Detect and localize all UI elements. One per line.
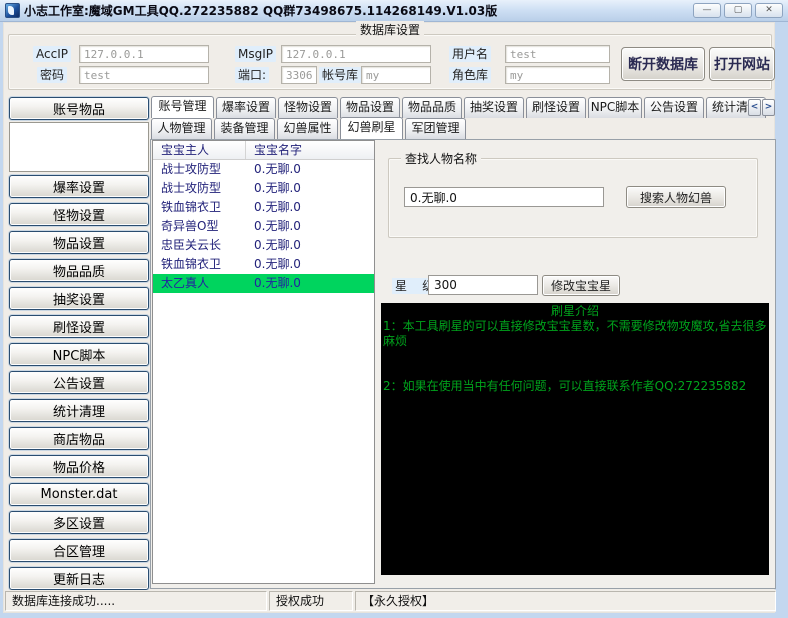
sidebar-item-item-quality[interactable]: 物品品质 (9, 259, 149, 282)
pet-owner: 忠臣关云长 (153, 236, 246, 255)
column-header-owner[interactable]: 宝宝主人 (153, 141, 246, 159)
sidebar-item-monster-dat[interactable]: Monster.dat (9, 483, 149, 506)
role-db-input[interactable] (505, 66, 610, 84)
account-db-input[interactable] (361, 66, 431, 84)
status-bar: 数据库连接成功..... 授权成功 【永久授权】 (4, 590, 776, 612)
db-settings-title: 数据库设置 (356, 21, 424, 38)
pet-list-row[interactable]: 战士攻防型 0.无聊.0 (153, 179, 374, 198)
pet-name: 0.无聊.0 (246, 179, 374, 198)
status-db-connection: 数据库连接成功..... (5, 591, 267, 611)
password-input[interactable] (79, 66, 209, 84)
sidebar-item-multi-zone[interactable]: 多区设置 (9, 511, 149, 534)
star-level-input[interactable] (428, 275, 538, 295)
search-pet-button[interactable]: 搜索人物幻兽 (626, 186, 726, 208)
pet-name: 0.无聊.0 (246, 198, 374, 217)
tab-character-mgmt[interactable]: 人物管理 (151, 118, 212, 139)
app-icon (5, 3, 20, 18)
sidebar-item-monster[interactable]: 怪物设置 (9, 203, 149, 226)
modify-pet-star-button[interactable]: 修改宝宝星 (542, 275, 620, 296)
tab-legion-mgmt[interactable]: 军团管理 (405, 118, 466, 139)
search-panel-title: 查找人物名称 (401, 150, 481, 167)
db-settings-panel: 数据库设置 AccIP MsgIP 用户名 密码 端口: 帐号库 角色库 断开数… (8, 34, 772, 90)
title-bar[interactable]: 小志工作室:魔域GM工具QQ.272235882 QQ群73498675.114… (0, 0, 788, 22)
account-db-label: 帐号库 (319, 67, 361, 83)
pet-owner: 铁血锦衣卫 (153, 255, 246, 274)
msgip-label: MsgIP (235, 46, 276, 62)
tab-announcement[interactable]: 公告设置 (644, 97, 704, 118)
pet-list-row[interactable]: 战士攻防型 0.无聊.0 (153, 160, 374, 179)
tab-npc-script[interactable]: NPC脚本 (588, 97, 642, 118)
tab-scroll-right-icon[interactable]: > (762, 99, 775, 116)
disconnect-db-button[interactable]: 断开数据库 (621, 47, 705, 81)
sidebar-account-listbox[interactable] (9, 122, 149, 172)
window-title: 小志工作室:魔域GM工具QQ.272235882 QQ群73498675.114… (24, 2, 497, 19)
console-line-2: 2：如果在使用当中有任何问题，可以直接联系作者QQ:272235882 (383, 379, 767, 394)
sidebar-item-update-log[interactable]: 更新日志 (9, 567, 149, 590)
role-db-label: 角色库 (449, 67, 491, 83)
close-icon[interactable]: ✕ (755, 3, 783, 18)
window-body: 数据库设置 AccIP MsgIP 用户名 密码 端口: 帐号库 角色库 断开数… (3, 22, 775, 613)
column-header-name[interactable]: 宝宝名字 (246, 141, 374, 159)
pet-list-row-selected[interactable]: 太乙真人 0.无聊.0 (153, 274, 374, 293)
open-website-button[interactable]: 打开网站 (709, 47, 775, 81)
sidebar-item-item-settings[interactable]: 物品设置 (9, 231, 149, 254)
sidebar-item-announcement[interactable]: 公告设置 (9, 371, 149, 394)
star-info-console: 刷星介绍 1：本工具刷星的可以直接修改宝宝星数，不需要修改物攻魔攻,省去很多麻烦… (381, 303, 769, 575)
maximize-icon[interactable]: ▢ (724, 3, 752, 18)
pet-name: 0.无聊.0 (246, 255, 374, 274)
username-input[interactable] (505, 45, 610, 63)
tab-drop-rate[interactable]: 爆率设置 (216, 97, 276, 118)
sidebar-item-stats-cleanup[interactable]: 统计清理 (9, 399, 149, 422)
sidebar-item-item-prices[interactable]: 物品价格 (9, 455, 149, 478)
sidebar-item-spawn[interactable]: 刷怪设置 (9, 315, 149, 338)
username-label: 用户名 (449, 46, 491, 62)
msgip-input[interactable] (281, 45, 431, 63)
pet-name: 0.无聊.0 (246, 217, 374, 236)
pet-owner: 太乙真人 (153, 274, 246, 293)
pet-name: 0.无聊.0 (246, 236, 374, 255)
pet-list-row[interactable]: 铁血锦衣卫 0.无聊.0 (153, 255, 374, 274)
sidebar-item-drop-rate[interactable]: 爆率设置 (9, 175, 149, 198)
accip-input[interactable] (79, 45, 209, 63)
pet-list-row[interactable]: 忠臣关云长 0.无聊.0 (153, 236, 374, 255)
window-controls: — ▢ ✕ (693, 3, 783, 18)
status-auth: 授权成功 (269, 591, 353, 611)
tab-item-quality[interactable]: 物品品质 (402, 97, 462, 118)
pet-list-row[interactable]: 奇异兽O型 0.无聊.0 (153, 217, 374, 236)
pet-list-header: 宝宝主人 宝宝名字 (153, 141, 374, 160)
sidebar-item-shop-items[interactable]: 商店物品 (9, 427, 149, 450)
console-title: 刷星介绍 (383, 304, 767, 319)
port-input[interactable] (281, 66, 317, 84)
port-label: 端口: (235, 67, 269, 83)
tab-scroll-left-icon[interactable]: < (748, 99, 761, 116)
tab-item-settings[interactable]: 物品设置 (340, 97, 400, 118)
tab-pet-attributes[interactable]: 幻兽属性 (277, 118, 338, 139)
sidebar-item-lottery[interactable]: 抽奖设置 (9, 287, 149, 310)
search-character-panel: 查找人物名称 搜索人物幻兽 (388, 158, 758, 238)
status-license: 【永久授权】 (355, 591, 776, 611)
pet-name: 0.无聊.0 (246, 160, 374, 179)
search-character-input[interactable] (404, 187, 604, 207)
tab-monster-settings[interactable]: 怪物设置 (278, 97, 338, 118)
pet-owner: 铁血锦衣卫 (153, 198, 246, 217)
password-label: 密码 (37, 67, 67, 83)
tab-equipment-mgmt[interactable]: 装备管理 (214, 118, 275, 139)
sidebar-item-zone-merge[interactable]: 合区管理 (9, 539, 149, 562)
accip-label: AccIP (33, 46, 71, 62)
tab-spawn[interactable]: 刷怪设置 (526, 97, 586, 118)
pet-owner: 战士攻防型 (153, 179, 246, 198)
tab-pet-star[interactable]: 幻兽刷星 (340, 117, 403, 139)
pet-owner: 奇异兽O型 (153, 217, 246, 236)
sidebar-item-account-items[interactable]: 账号物品 (9, 97, 149, 120)
pet-list[interactable]: 宝宝主人 宝宝名字 战士攻防型 0.无聊.0 战士攻防型 0.无聊.0 铁血锦衣… (152, 140, 375, 584)
pet-owner: 战士攻防型 (153, 160, 246, 179)
minimize-icon[interactable]: — (693, 3, 721, 18)
pet-star-tab-page: 宝宝主人 宝宝名字 战士攻防型 0.无聊.0 战士攻防型 0.无聊.0 铁血锦衣… (150, 139, 776, 589)
pet-name: 0.无聊.0 (246, 274, 374, 293)
console-line-1: 1：本工具刷星的可以直接修改宝宝星数，不需要修改物攻魔攻,省去很多麻烦 (383, 319, 767, 349)
pet-list-row[interactable]: 铁血锦衣卫 0.无聊.0 (153, 198, 374, 217)
tab-lottery[interactable]: 抽奖设置 (464, 97, 524, 118)
sidebar-item-npc-script[interactable]: NPC脚本 (9, 343, 149, 366)
tab-account-mgmt[interactable]: 账号管理 (151, 96, 214, 118)
